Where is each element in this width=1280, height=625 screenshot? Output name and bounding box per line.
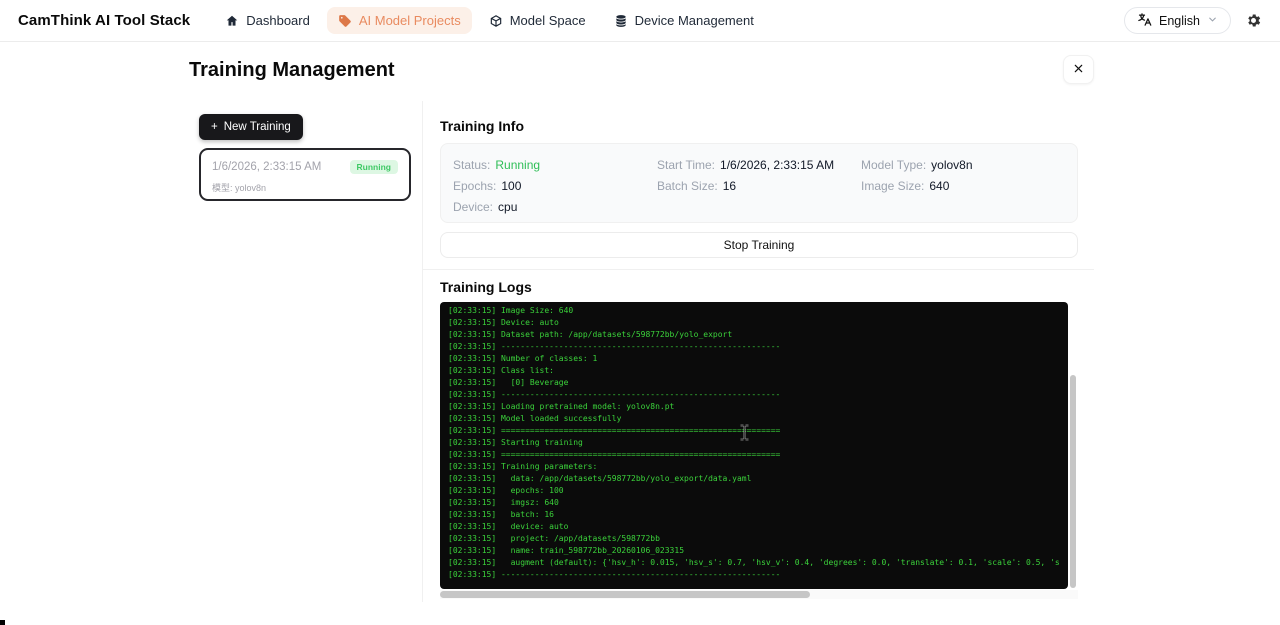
info-field-start-time: Start Time: 1/6/2026, 2:33:15 AM bbox=[657, 158, 861, 172]
log-line: [02:33:15] Training parameters: bbox=[448, 461, 1060, 473]
log-line: [02:33:15] project: /app/datasets/598772… bbox=[448, 533, 1060, 545]
header-controls: English bbox=[1124, 7, 1262, 34]
nav-dashboard[interactable]: Dashboard bbox=[214, 7, 321, 34]
training-info-title: Training Info bbox=[440, 118, 524, 134]
log-line: [02:33:15] =============================… bbox=[448, 449, 1060, 461]
log-line: [02:33:15] epochs: 100 bbox=[448, 485, 1060, 497]
log-line: [02:33:15] Image Size: 640 bbox=[448, 305, 1060, 317]
nav-label: Device Management bbox=[635, 13, 754, 28]
nav-label: Model Space bbox=[510, 13, 586, 28]
vertical-divider bbox=[422, 101, 423, 602]
log-line: [02:33:15] Starting training bbox=[448, 437, 1060, 449]
log-line: [02:33:15] Model loaded successfully bbox=[448, 413, 1060, 425]
nav-device-management[interactable]: Device Management bbox=[603, 7, 765, 34]
session-date: 1/6/2026, 2:33:15 AM bbox=[212, 161, 321, 173]
training-session-card[interactable]: 1/6/2026, 2:33:15 AM Running 模型: yolov8n bbox=[199, 148, 411, 201]
language-selector[interactable]: English bbox=[1124, 7, 1231, 34]
chevron-down-icon bbox=[1207, 14, 1218, 28]
info-field-epochs: Epochs: 100 bbox=[453, 179, 657, 193]
main-nav: Dashboard AI Model Projects Model Space … bbox=[214, 7, 765, 34]
log-line: [02:33:15] Loading pretrained model: yol… bbox=[448, 401, 1060, 413]
training-log-terminal[interactable]: [02:33:15] Image Size: 640 [02:33:15] De… bbox=[440, 302, 1068, 589]
stop-training-button[interactable]: Stop Training bbox=[440, 232, 1078, 258]
language-label: English bbox=[1159, 14, 1200, 28]
log-line: [02:33:15] =============================… bbox=[448, 425, 1060, 437]
info-field-image-size: Image Size: 640 bbox=[861, 179, 1065, 193]
info-field-batch-size: Batch Size: 16 bbox=[657, 179, 861, 193]
close-button[interactable] bbox=[1063, 55, 1094, 84]
session-status-badge: Running bbox=[350, 160, 398, 174]
log-line: [02:33:15] data: /app/datasets/598772bb/… bbox=[448, 473, 1060, 485]
log-line: [02:33:15] Class list: bbox=[448, 365, 1060, 377]
home-icon bbox=[225, 14, 239, 28]
log-line: [02:33:15] -----------------------------… bbox=[448, 341, 1060, 353]
log-line: [02:33:15] [0] Beverage bbox=[448, 377, 1060, 389]
log-line: [02:33:15] -----------------------------… bbox=[448, 569, 1060, 581]
session-model-label: 模型: yolov8n bbox=[212, 181, 398, 194]
status-value: Running bbox=[495, 158, 540, 172]
info-field-device: Device: cpu bbox=[453, 200, 657, 214]
tag-icon bbox=[338, 14, 352, 28]
log-line: [02:33:15] -----------------------------… bbox=[448, 389, 1060, 401]
translate-icon bbox=[1137, 12, 1152, 30]
log-line: [02:33:15] device: auto bbox=[448, 521, 1060, 533]
training-logs-title: Training Logs bbox=[440, 279, 532, 295]
log-line: [02:33:15] imgsz: 640 bbox=[448, 497, 1060, 509]
gear-icon[interactable] bbox=[1245, 12, 1262, 29]
terminal-horizontal-scrollbar[interactable] bbox=[440, 591, 810, 598]
nav-model-space[interactable]: Model Space bbox=[478, 7, 597, 34]
cube-icon bbox=[489, 14, 503, 28]
log-line: [02:33:15] Number of classes: 1 bbox=[448, 353, 1060, 365]
page-title: Training Management bbox=[189, 59, 395, 82]
log-line: [02:33:15] Dataset path: /app/datasets/5… bbox=[448, 329, 1060, 341]
nav-label: Dashboard bbox=[246, 13, 310, 28]
log-line: [02:33:15] batch: 16 bbox=[448, 509, 1060, 521]
log-line: [02:33:15] augment (default): {'hsv_h': … bbox=[448, 557, 1060, 569]
horizontal-divider bbox=[422, 269, 1094, 270]
top-header: CamThink AI Tool Stack Dashboard AI Mode… bbox=[0, 0, 1280, 42]
app-title: CamThink AI Tool Stack bbox=[18, 12, 190, 29]
info-field-model-type: Model Type: yolov8n bbox=[861, 158, 1065, 172]
training-info-card: Status: Running Start Time: 1/6/2026, 2:… bbox=[440, 143, 1078, 223]
corner-artifact bbox=[0, 620, 5, 625]
info-field-status: Status: Running bbox=[453, 158, 657, 172]
nav-label: AI Model Projects bbox=[359, 13, 461, 28]
log-line: [02:33:15] name: train_598772bb_20260106… bbox=[448, 545, 1060, 557]
log-line: [02:33:15] Device: auto bbox=[448, 317, 1060, 329]
new-training-label: New Training bbox=[224, 121, 291, 133]
new-training-button[interactable]: + New Training bbox=[199, 114, 303, 140]
database-icon bbox=[614, 14, 628, 28]
terminal-vertical-scrollbar[interactable] bbox=[1070, 375, 1076, 588]
nav-ai-model-projects[interactable]: AI Model Projects bbox=[327, 7, 472, 34]
close-icon bbox=[1073, 61, 1084, 79]
plus-icon: + bbox=[211, 121, 218, 133]
